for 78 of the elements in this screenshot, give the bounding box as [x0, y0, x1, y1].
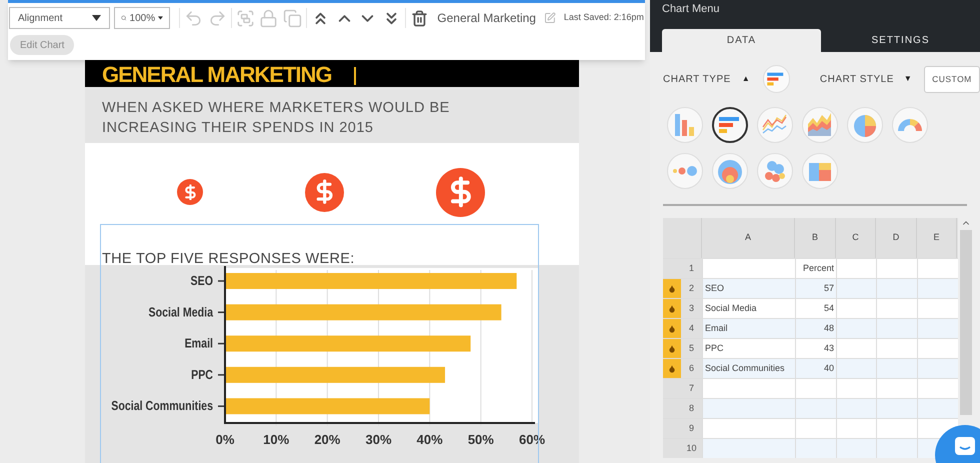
chart-style-toggle[interactable]: ▼ — [904, 73, 912, 85]
category-label: Social Media — [148, 304, 213, 320]
series-marker[interactable] — [663, 359, 681, 378]
sheet-cell-text: Social Media — [705, 302, 757, 315]
series-marker[interactable] — [663, 339, 681, 358]
row-number: 3 — [681, 299, 702, 318]
gauge-chart-icon — [897, 118, 923, 132]
axis-tick-label: 30% — [365, 432, 392, 447]
sheet-cell-text: SEO — [705, 282, 724, 295]
redo-icon — [208, 8, 227, 28]
row-number: 4 — [681, 319, 702, 338]
sheet-cell-text: PPC — [705, 342, 724, 355]
sheet-cell-text: Social Communities — [705, 362, 785, 375]
sheet-cell-text: 57 — [824, 282, 834, 295]
droplet-icon — [668, 344, 676, 352]
series-marker[interactable] — [663, 319, 681, 338]
row-number: 2 — [681, 279, 702, 298]
undo-icon — [184, 8, 204, 28]
category-label: PPC — [191, 366, 213, 382]
category-label: Social Communities — [111, 398, 213, 414]
sheet-cell-text: 54 — [824, 302, 834, 315]
search-icon — [121, 13, 127, 23]
dropdown-caret-icon — [158, 15, 164, 21]
document-title: General Marketing — [437, 10, 536, 27]
row-number: 1 — [681, 259, 702, 278]
series-marker[interactable] — [663, 279, 681, 298]
category-label: SEO — [190, 272, 213, 288]
category-label: Email — [184, 336, 213, 351]
dropdown-caret-icon — [92, 15, 102, 21]
panel-title: Chart Menu — [661, 2, 720, 17]
droplet-icon — [668, 284, 676, 292]
dots-chart-icon — [672, 165, 698, 177]
row-number: 8 — [681, 399, 702, 418]
last-saved-text: Last Saved: 2:16pm — [564, 11, 644, 24]
alignment-select[interactable]: Alignment — [9, 7, 110, 29]
axis-tick-label: 20% — [314, 432, 340, 447]
axis-tick-label: 0% — [216, 432, 234, 447]
current-chart-type[interactable] — [762, 65, 790, 93]
chart-style-label: CHART STYLE — [820, 72, 894, 86]
row-number: 7 — [681, 379, 702, 398]
dollar-icon — [177, 179, 203, 205]
subtitle-text: WHEN ASKED WHERE MARKETERS WOULD BE INCREASING THEIR SPENDS IN 2015 — [102, 99, 451, 138]
sheet-cell-text: Email — [705, 322, 728, 335]
droplet-icon — [668, 324, 676, 332]
sheet-cell-text: 48 — [824, 322, 834, 335]
axis-tick-label: 50% — [468, 432, 494, 447]
axis-tick-label: 10% — [263, 432, 290, 447]
dollar-icon — [305, 172, 344, 212]
panel-tab[interactable]: SETTINGS — [821, 29, 980, 52]
zoom-select[interactable]: 100% — [114, 7, 170, 29]
nested-chart-icon — [717, 158, 743, 184]
chart-type-toggle[interactable]: ▲ — [742, 73, 750, 85]
group-icon — [236, 8, 255, 28]
trash-icon — [411, 10, 428, 26]
lock-icon — [259, 8, 278, 28]
panel-tab[interactable]: DATA — [662, 29, 821, 52]
dollar-icon — [436, 168, 485, 216]
axis-tick-label: 60% — [518, 432, 546, 447]
row-number: 10 — [681, 439, 702, 458]
edit-icon[interactable] — [544, 11, 556, 25]
custom-style-button[interactable]: CUSTOM — [924, 66, 980, 92]
copy-icon — [282, 8, 302, 28]
series-marker[interactable] — [663, 299, 681, 318]
row-number: 9 — [681, 419, 702, 438]
row-number: 5 — [681, 339, 702, 358]
row-number: 6 — [681, 359, 702, 378]
chart-title: THE TOP FIVE RESPONSES WERE: — [102, 251, 355, 267]
droplet-icon — [668, 304, 676, 312]
area-chart-icon — [807, 112, 833, 138]
chart-type-option[interactable] — [712, 107, 748, 143]
sheet-cell-text: 43 — [824, 342, 834, 355]
chart-type-label: CHART TYPE — [663, 72, 731, 86]
axis-tick-label: 40% — [416, 432, 443, 447]
chat-icon — [955, 437, 975, 455]
header-title: GENERAL MARKETING — [102, 63, 332, 87]
sheet-cell-text: 40 — [824, 362, 834, 375]
droplet-icon — [668, 364, 676, 372]
sheet-cell-text: Percent — [802, 262, 834, 275]
